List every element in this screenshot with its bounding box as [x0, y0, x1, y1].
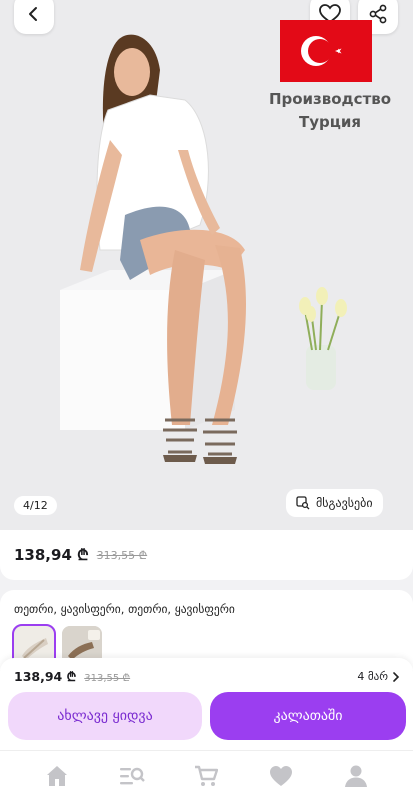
image-search-icon [296, 496, 310, 510]
home-icon [47, 765, 68, 786]
turkey-flag-icon [280, 20, 372, 82]
installments-label: 4 მარ [357, 670, 388, 683]
variant-colors-text: თეთრი, ყავისფერი, თეთრი, ყავისფერი [14, 602, 235, 616]
origin-line-2: Турция [298, 113, 361, 131]
old-price: 313,55 ₾ [96, 548, 148, 562]
sheet-price-row: 138,94 ₾ 313,55 ₾ 4 მარ [14, 668, 400, 685]
sheet-old-price: 313,55 ₾ [84, 672, 131, 684]
product-image-gallery[interactable]: Производство Турция 4/12 მსგავსები [0, 0, 413, 530]
sheet-current-price: 138,94 ₾ [14, 669, 77, 684]
favorites-icon [270, 765, 293, 786]
back-button[interactable] [14, 0, 54, 34]
nav-favorites[interactable] [266, 761, 296, 791]
cart-icon [195, 765, 219, 786]
nav-catalog-search[interactable] [117, 761, 147, 791]
chevron-left-icon [29, 7, 37, 21]
installments-link[interactable]: 4 მარ [357, 670, 400, 683]
origin-line-1: Производство [268, 90, 392, 108]
similar-products-button[interactable]: მსგავსები [286, 489, 383, 517]
nav-home[interactable] [42, 761, 72, 791]
origin-label: Производство Турция [250, 88, 410, 134]
purchase-sheet: 138,94 ₾ 313,55 ₾ 4 მარ ახლავე ყიდვა კალ… [0, 658, 413, 750]
bottom-navigation [0, 750, 413, 800]
profile-icon [344, 765, 367, 787]
similar-products-label: მსგავსები [316, 496, 373, 510]
nav-cart[interactable] [191, 761, 221, 791]
price-card: 138,94 ₾ 313,55 ₾ [0, 530, 413, 580]
catalog-search-icon [119, 767, 145, 784]
add-to-cart-button[interactable]: კალათაში [210, 692, 406, 740]
product-screen: Производство Турция 4/12 მსგავსები 138,9… [0, 0, 413, 800]
nav-profile[interactable] [341, 761, 371, 791]
chevron-right-icon [393, 671, 400, 682]
current-price: 138,94 ₾ [14, 546, 89, 564]
buy-now-button[interactable]: ახლავე ყიდვა [8, 692, 202, 740]
image-counter: 4/12 [14, 496, 57, 515]
